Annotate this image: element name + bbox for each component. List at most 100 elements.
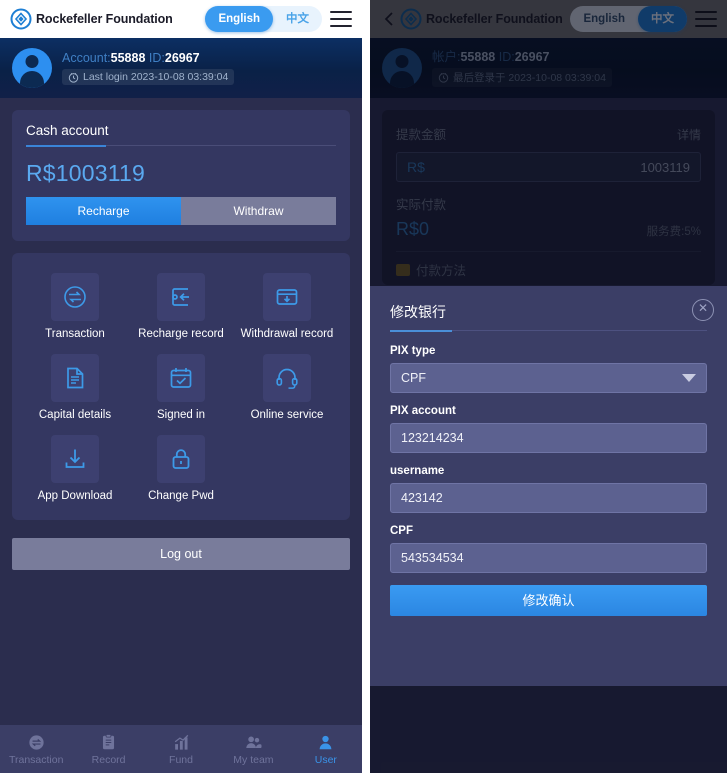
hamburger-bar [330,17,352,21]
pix-account-input[interactable]: 123214234 [390,423,707,453]
recharge-button[interactable]: Recharge [26,197,181,225]
right-account-value: 55888 [460,49,496,64]
hamburger-bar [695,17,717,21]
user-avatar-icon [12,48,52,88]
right-account-label: 帐户: [432,49,461,64]
nav-item-fund[interactable]: Fund [145,733,217,766]
nav-item-transaction[interactable]: Transaction [0,733,72,766]
back-chevron-icon[interactable] [380,10,398,28]
cash-balance: R$1003119 [26,160,146,186]
card-icon [396,263,410,276]
withdraw-amount-input[interactable]: R$ 1003119 [396,152,701,182]
username-input[interactable]: 423142 [390,483,707,513]
right-top-bar: Rockefeller Foundation English 中文 [370,0,727,38]
avatar-body [390,71,414,88]
cpf-input[interactable]: 543534534 [390,543,707,573]
grid-label: Withdrawal record [240,328,334,340]
pix-type-value: CPF [401,371,426,385]
withdraw-card: 提款金额 详情 R$ 1003119 实际付款 R$0 服务费:5% 付款方法 [382,110,715,285]
left-account-strip: Account:55888 ID:26967 Last login 2023-1… [0,38,362,98]
balance-hint: 1003119 [640,159,690,175]
avatar-head [395,55,409,68]
cpf-label: CPF [390,525,413,537]
grid-item-capital-details[interactable]: Capital details [22,354,128,421]
nav-item-user[interactable]: User [290,733,362,766]
pix-type-select[interactable]: CPF [390,363,707,393]
cash-card-head: Cash account [12,110,350,145]
calendar-check-icon [157,354,205,402]
left-lang-english-button[interactable]: English [205,6,273,32]
grid-item-change-pwd[interactable]: Change Pwd [128,435,234,502]
username-label: username [390,465,445,477]
avatar-head [25,55,39,68]
grid-label: Recharge record [138,328,224,340]
cash-account-card: Cash account R$1003119 Recharge Withdraw [12,110,350,241]
screenshot-stage: Rockefeller Foundation English 中文 Accoun… [0,0,727,773]
modal-title: 修改银行 [390,304,446,320]
grid-item-online-service[interactable]: Online service [234,354,340,421]
hamburger-bar [330,11,352,14]
right-scroll-area: 提款金额 详情 R$ 1003119 实际付款 R$0 服务费:5% 付款方法 [370,110,727,285]
left-lang-chinese-button[interactable]: 中文 [273,6,322,32]
person-icon [319,735,332,749]
right-last-login-text: 最后登录于 2023-10-08 03:39:04 [453,71,606,84]
hamburger-menu-icon[interactable] [330,11,352,27]
right-lang-chinese-button[interactable]: 中文 [638,6,687,32]
shortcut-grid-card: Transaction Recharge record Withdrawal r… [12,253,350,520]
pay-method-row[interactable]: 付款方法 [396,260,701,279]
grid-item-transaction[interactable]: Transaction [22,273,128,340]
pix-account-value: 123214234 [401,431,464,445]
right-language-area: English 中文 [570,6,717,32]
nav-item-record[interactable]: Record [72,733,144,766]
close-circle-icon[interactable]: ✕ [692,299,714,321]
cash-card-title: Cash account [26,123,109,138]
nav-label: Record [91,753,126,766]
modal-title-rule [390,330,707,332]
transfer-arrows-icon [29,734,44,750]
withdraw-amount-row: 提款金额 详情 [396,124,701,143]
grid-item-app-download[interactable]: App Download [22,435,128,502]
right-id-label: ID: [498,49,515,64]
right-last-login-badge: 最后登录于 2023-10-08 03:39:04 [432,67,612,87]
confirm-edit-button[interactable]: 修改确认 [390,585,707,616]
left-brand-name: Rockefeller Foundation [36,12,173,26]
grid-item-recharge-record[interactable]: Recharge record [128,273,234,340]
right-lang-english-button[interactable]: English [570,6,638,32]
grid-label: Online service [250,409,324,421]
nav-item-my-team[interactable]: My team [217,733,289,766]
right-id-value: 26967 [514,49,550,64]
currency-prefix: R$ [407,159,425,175]
right-language-toggle[interactable]: English 中文 [570,6,687,32]
left-phone-panel: Rockefeller Foundation English 中文 Accoun… [0,0,362,773]
logout-button[interactable]: Log out [12,538,350,570]
left-last-login-text: Last login 2023-10-08 03:39:04 [83,71,229,83]
actual-payment-value: R$0 [396,219,430,239]
diamond-logo-icon [10,8,32,30]
withdraw-button[interactable]: Withdraw [181,197,336,225]
left-account-text: Account:55888 ID:26967 Last login 2023-1… [62,51,235,85]
nav-label: User [314,753,337,766]
hamburger-menu-icon[interactable] [695,11,717,27]
left-language-area: English 中文 [205,6,352,32]
actual-payment-row: R$0 服务费:5% [396,219,701,240]
grid-label: Transaction [45,328,105,340]
right-account-text: 帐户:55888 ID:26967 最后登录于 2023-10-08 03:39… [432,50,612,87]
left-id-value: 26967 [164,51,200,65]
withdraw-amount-label: 提款金额 [396,128,447,142]
card-download-icon [263,273,311,321]
right-account-strip: 帐户:55888 ID:26967 最后登录于 2023-10-08 03:39… [370,38,727,98]
cpf-value: 543534534 [401,551,464,565]
left-top-bar: Rockefeller Foundation English 中文 [0,0,362,38]
avatar-body [20,71,44,88]
grid-item-withdrawal-record[interactable]: Withdrawal record [234,273,340,340]
hamburger-bar [330,24,352,27]
download-tray-icon [51,435,99,483]
recharge-record-icon [157,273,205,321]
left-language-toggle[interactable]: English 中文 [205,6,322,32]
pix-account-label: PIX account [390,405,456,417]
grid-item-signed-in[interactable]: Signed in [128,354,234,421]
nav-label: My team [233,753,274,766]
bar-chart-icon [174,734,188,750]
username-value: 423142 [401,491,443,505]
withdraw-detail-link[interactable]: 详情 [677,126,701,143]
